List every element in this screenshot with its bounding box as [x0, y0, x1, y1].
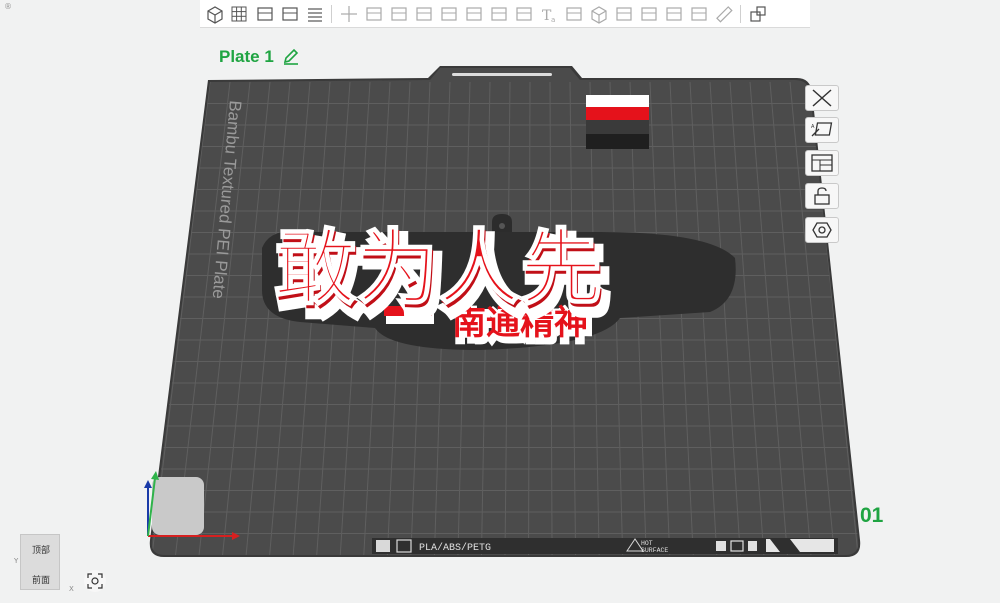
plate-settings-button[interactable] — [805, 217, 839, 243]
delete-plate-button[interactable] — [805, 85, 839, 111]
auto-orient-plate-icon: A — [811, 122, 833, 137]
view-cube-front-label[interactable]: 前面 — [32, 573, 50, 586]
zoom-to-fit-button[interactable] — [84, 570, 106, 592]
auto-orient-plate-button[interactable]: A — [805, 117, 839, 143]
view-cube-x-axis: X — [69, 585, 74, 593]
plate-handle — [452, 73, 552, 76]
view-cube[interactable]: 顶部 前面 — [20, 534, 60, 590]
filament-color-stack — [586, 95, 649, 149]
hot-surface-line2: SURFACE — [641, 547, 668, 554]
svg-text:敢为人先: 敢为人先 — [274, 221, 602, 316]
arrange-plate-button[interactable] — [805, 150, 839, 176]
model-main-text: 敢为人先 敢为人先 敢为人先 — [273, 220, 613, 331]
lock-plate-icon — [814, 187, 830, 205]
lock-plate-button[interactable] — [805, 183, 839, 209]
strip-icon-1 — [716, 541, 726, 551]
svg-text:A: A — [811, 124, 815, 130]
delete-plate-icon — [812, 89, 832, 107]
view-cube-top-label[interactable]: 顶部 — [32, 543, 50, 556]
plate-settings-icon — [812, 222, 832, 238]
plate-number[interactable]: 01 — [860, 504, 883, 528]
strip-icon-3 — [748, 541, 757, 551]
hot-surface-line1: HOT — [641, 540, 653, 547]
excluded-area — [152, 477, 204, 535]
zoom-fit-icon — [87, 573, 103, 589]
plate-material-label: PLA/ABS/PETG — [419, 542, 491, 554]
3d-viewport[interactable]: PLA/ABS/PETG HOT SURFACE Bambu Textured … — [0, 0, 1000, 603]
bambu-logo-icon — [376, 540, 390, 552]
arrange-plate-icon — [811, 154, 833, 172]
view-cube-y-axis: Y — [14, 557, 19, 565]
